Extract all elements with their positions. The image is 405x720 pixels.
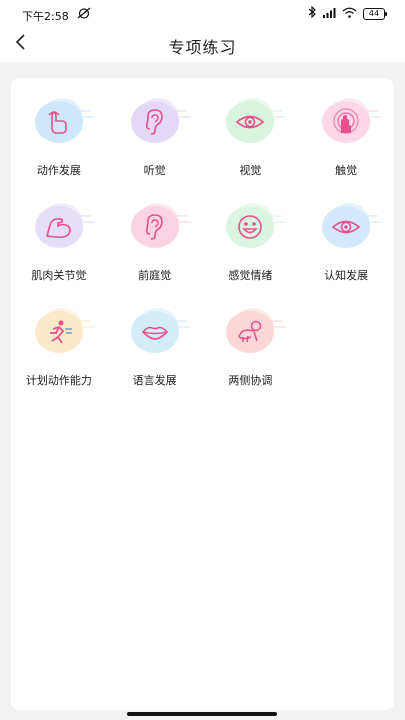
- smiley-face-icon: [222, 203, 287, 251]
- signal-icon: [322, 7, 336, 21]
- practice-item[interactable]: 听觉: [107, 98, 203, 178]
- flexed-arm-icon: [31, 203, 95, 251]
- ear-icon: [127, 203, 191, 251]
- touch-hand-icon: [318, 98, 383, 146]
- nav-bar: 专项练习: [0, 28, 405, 62]
- practice-item-label: 肌肉关节觉: [31, 269, 87, 282]
- practice-item-label: 感觉情绪: [228, 269, 273, 282]
- status-bar: 下午2:58 44: [0, 0, 405, 28]
- practice-grid: 动作发展 听觉 视觉 触觉肌肉关节觉 前庭觉 感觉情绪 认知发展计划动作能力 语言发展 两侧协调: [11, 98, 394, 388]
- practice-item-label: 语言发展: [132, 374, 177, 387]
- practice-item-label: 认知发展: [324, 269, 369, 282]
- practice-item[interactable]: 前庭觉: [107, 203, 203, 283]
- practice-item-label: 听觉: [143, 164, 166, 177]
- practice-item-label: 计划动作能力: [25, 374, 92, 387]
- bluetooth-icon: [308, 5, 316, 21]
- eye-icon: [222, 98, 287, 146]
- practice-item-label: 前庭觉: [138, 269, 172, 282]
- home-indicator: [127, 712, 277, 716]
- eye-icon: [318, 203, 383, 251]
- page-title: 专项练习: [168, 38, 237, 57]
- practice-card: 动作发展 听觉 视觉 触觉肌肉关节觉 前庭觉 感觉情绪 认知发展计划动作能力 语言发展 两侧协调: [11, 78, 394, 710]
- practice-item[interactable]: 语言发展: [107, 308, 203, 388]
- ear-icon: [127, 98, 191, 146]
- practice-item-label: 动作发展: [36, 164, 81, 177]
- battery-indicator: 44: [363, 7, 387, 20]
- crawling-baby-icon: [222, 308, 287, 356]
- practice-item[interactable]: 触觉: [298, 98, 394, 178]
- practice-item[interactable]: 感觉情绪: [203, 203, 299, 283]
- practice-item[interactable]: 动作发展: [11, 98, 107, 178]
- running-person-icon: [31, 308, 95, 356]
- practice-item[interactable]: 肌肉关节觉: [11, 203, 107, 283]
- practice-item-label: 触觉: [335, 164, 358, 177]
- practice-item[interactable]: 认知发展: [298, 203, 394, 283]
- practice-item[interactable]: 视觉: [203, 98, 299, 178]
- alarm-off-icon: [77, 7, 91, 22]
- practice-item-label: 视觉: [239, 164, 262, 177]
- practice-item[interactable]: 两侧协调: [203, 308, 299, 388]
- status-time: 下午2:58: [22, 10, 69, 23]
- lips-icon: [127, 308, 191, 356]
- pointing-hand-icon: [31, 98, 95, 146]
- practice-item[interactable]: 计划动作能力: [11, 308, 107, 388]
- practice-item-label: 两侧协调: [228, 374, 273, 387]
- wifi-icon: [342, 7, 357, 21]
